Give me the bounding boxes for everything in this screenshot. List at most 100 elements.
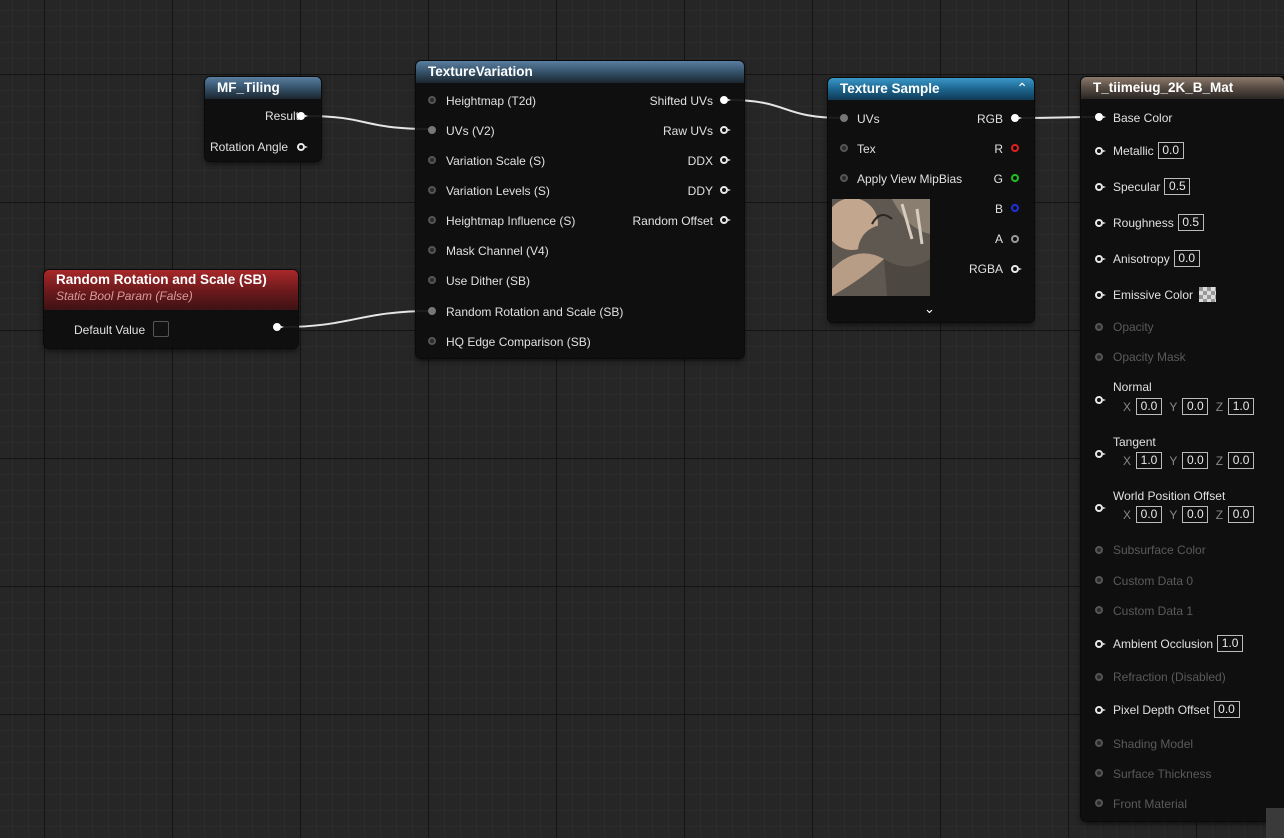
random-rotation-param-node[interactable]: Random Rotation and Scale (SB) Static Bo… [44, 270, 298, 348]
ts-output-rgba-label: RGBA [968, 261, 1003, 276]
normal-pin[interactable] [1095, 396, 1106, 404]
opacity-pin [1095, 323, 1103, 331]
mf-tiling-node[interactable]: MF_Tiling Result Rotation Angle [205, 77, 321, 161]
material-result-node[interactable]: T_tiimeiug_2K_B_Mat Base Color Metallic 0… [1081, 77, 1284, 821]
use-dither-pin[interactable] [428, 276, 436, 284]
material-title[interactable]: T_tiimeiug_2K_B_Mat [1081, 77, 1284, 99]
roughness-label: Roughness [1113, 215, 1174, 230]
uvs-v2-pin[interactable] [428, 126, 436, 134]
subsurface-label: Subsurface Color [1113, 542, 1206, 557]
tangent-z-axis: Z [1215, 453, 1224, 468]
roughness-pin[interactable] [1095, 219, 1106, 227]
specular-pin[interactable] [1095, 183, 1106, 191]
input-variation-scale: Variation Scale (S) [446, 152, 545, 168]
ts-b-pin[interactable] [1011, 204, 1019, 212]
front-material-pin [1095, 799, 1103, 807]
roughness-value[interactable]: 0.5 [1177, 214, 1204, 232]
param-header[interactable]: Random Rotation and Scale (SB) Static Bo… [44, 270, 298, 310]
refraction-row: Refraction (Disabled) [1113, 668, 1226, 684]
output-ddx-label: DDX [687, 153, 713, 168]
collapse-chevron-icon[interactable]: ⌃ [1016, 80, 1028, 97]
base-color-label: Base Color [1113, 110, 1173, 125]
tangent-z-value[interactable]: 0.0 [1228, 452, 1255, 470]
ao-value[interactable]: 1.0 [1217, 635, 1244, 653]
rotation-angle-pin[interactable] [297, 143, 308, 151]
ts-a-pin[interactable] [1011, 235, 1019, 243]
wpo-y-axis: Y [1169, 507, 1178, 522]
custom1-pin [1095, 606, 1103, 614]
output-random-offset-label: Random Offset [632, 213, 713, 228]
tangent-values: X 1.0 Y 0.0 Z 0.0 [1119, 452, 1255, 470]
emissive-pin[interactable] [1095, 291, 1106, 299]
tangent-pin[interactable] [1095, 450, 1106, 458]
normal-y-value[interactable]: 0.0 [1182, 398, 1209, 416]
tangent-x-value[interactable]: 1.0 [1136, 452, 1163, 470]
metallic-value[interactable]: 0.0 [1157, 142, 1184, 160]
default-value-label: Default Value [74, 322, 146, 337]
ao-pin[interactable] [1095, 640, 1106, 648]
default-value-checkbox[interactable] [153, 321, 169, 337]
random-offset-pin[interactable] [720, 216, 731, 224]
texture-variation-title[interactable]: TextureVariation [416, 61, 744, 83]
expand-chevron-icon[interactable]: ⌄ [924, 301, 935, 317]
ts-uvs-pin[interactable] [840, 114, 848, 122]
anisotropy-pin[interactable] [1095, 255, 1106, 263]
ddx-pin[interactable] [720, 156, 731, 164]
mask-channel-pin[interactable] [428, 246, 436, 254]
front-material-label: Front Material [1113, 796, 1188, 811]
hq-edge-pin[interactable] [428, 337, 436, 345]
specular-value[interactable]: 0.5 [1164, 178, 1191, 196]
input-mask-channel-label: Mask Channel (V4) [446, 243, 549, 258]
texture-sample-header[interactable]: Texture Sample [828, 78, 1034, 100]
ddy-pin[interactable] [720, 186, 731, 194]
tangent-x-axis: X [1123, 453, 1132, 468]
input-uvs: UVs (V2) [446, 122, 495, 138]
pdo-row: Pixel Depth Offset 0.0 [1113, 701, 1240, 719]
mf-tiling-title[interactable]: MF_Tiling [205, 77, 321, 99]
subsurface-pin [1095, 546, 1103, 554]
texture-sample-node[interactable]: Texture Sample ⌃ UVs Tex Apply View MipB… [828, 78, 1034, 322]
heightmap-influence-pin[interactable] [428, 216, 436, 224]
normal-x-value[interactable]: 0.0 [1136, 398, 1163, 416]
normal-z-value[interactable]: 1.0 [1228, 398, 1255, 416]
variation-scale-pin[interactable] [428, 156, 436, 164]
base-color-pin[interactable] [1095, 113, 1106, 121]
wpo-x-value[interactable]: 0.0 [1136, 506, 1163, 524]
ts-rgba-pin[interactable] [1011, 265, 1022, 273]
texture-variation-node[interactable]: TextureVariation Heightmap (T2d) UVs (V2… [416, 61, 744, 358]
input-random-rotation: Random Rotation and Scale (SB) [446, 303, 623, 319]
wpo-z-value[interactable]: 0.0 [1228, 506, 1255, 524]
ts-tex-pin[interactable] [840, 144, 848, 152]
shading-model-label: Shading Model [1113, 736, 1194, 751]
opacity-row: Opacity [1113, 318, 1154, 334]
heightmap-pin[interactable] [428, 96, 436, 104]
texture-preview-image [832, 199, 930, 296]
variation-levels-pin[interactable] [428, 186, 436, 194]
ts-mipbias-pin[interactable] [840, 174, 848, 182]
ts-r-pin[interactable] [1011, 144, 1019, 152]
result-pin[interactable] [297, 112, 308, 120]
ts-rgb-pin[interactable] [1011, 114, 1022, 122]
normal-x-axis: X [1123, 399, 1132, 414]
output-result: Result [265, 107, 299, 123]
ts-g-pin[interactable] [1011, 174, 1019, 182]
wpo-y-value[interactable]: 0.0 [1182, 506, 1209, 524]
wire-result-to-uvs [305, 115, 432, 130]
wpo-pin[interactable] [1095, 504, 1106, 512]
tangent-y-value[interactable]: 0.0 [1182, 452, 1209, 470]
raw-uvs-pin[interactable] [720, 126, 731, 134]
random-rotation-pin[interactable] [428, 307, 436, 315]
pdo-value[interactable]: 0.0 [1213, 701, 1240, 719]
opacity-mask-label: Opacity Mask [1113, 349, 1186, 364]
ts-input-mipbias: Apply View MipBias [857, 170, 962, 186]
metallic-pin[interactable] [1095, 147, 1106, 155]
ts-input-tex: Tex [857, 140, 876, 156]
metallic-row: Metallic 0.0 [1113, 142, 1184, 160]
pdo-pin[interactable] [1095, 706, 1106, 714]
bool-output-pin[interactable] [273, 323, 284, 331]
shifted-uvs-pin[interactable] [720, 96, 731, 104]
anisotropy-value[interactable]: 0.0 [1173, 250, 1200, 268]
resize-corner-handle[interactable] [1266, 808, 1284, 838]
custom0-row: Custom Data 0 [1113, 572, 1193, 588]
emissive-color-swatch[interactable] [1199, 287, 1217, 303]
